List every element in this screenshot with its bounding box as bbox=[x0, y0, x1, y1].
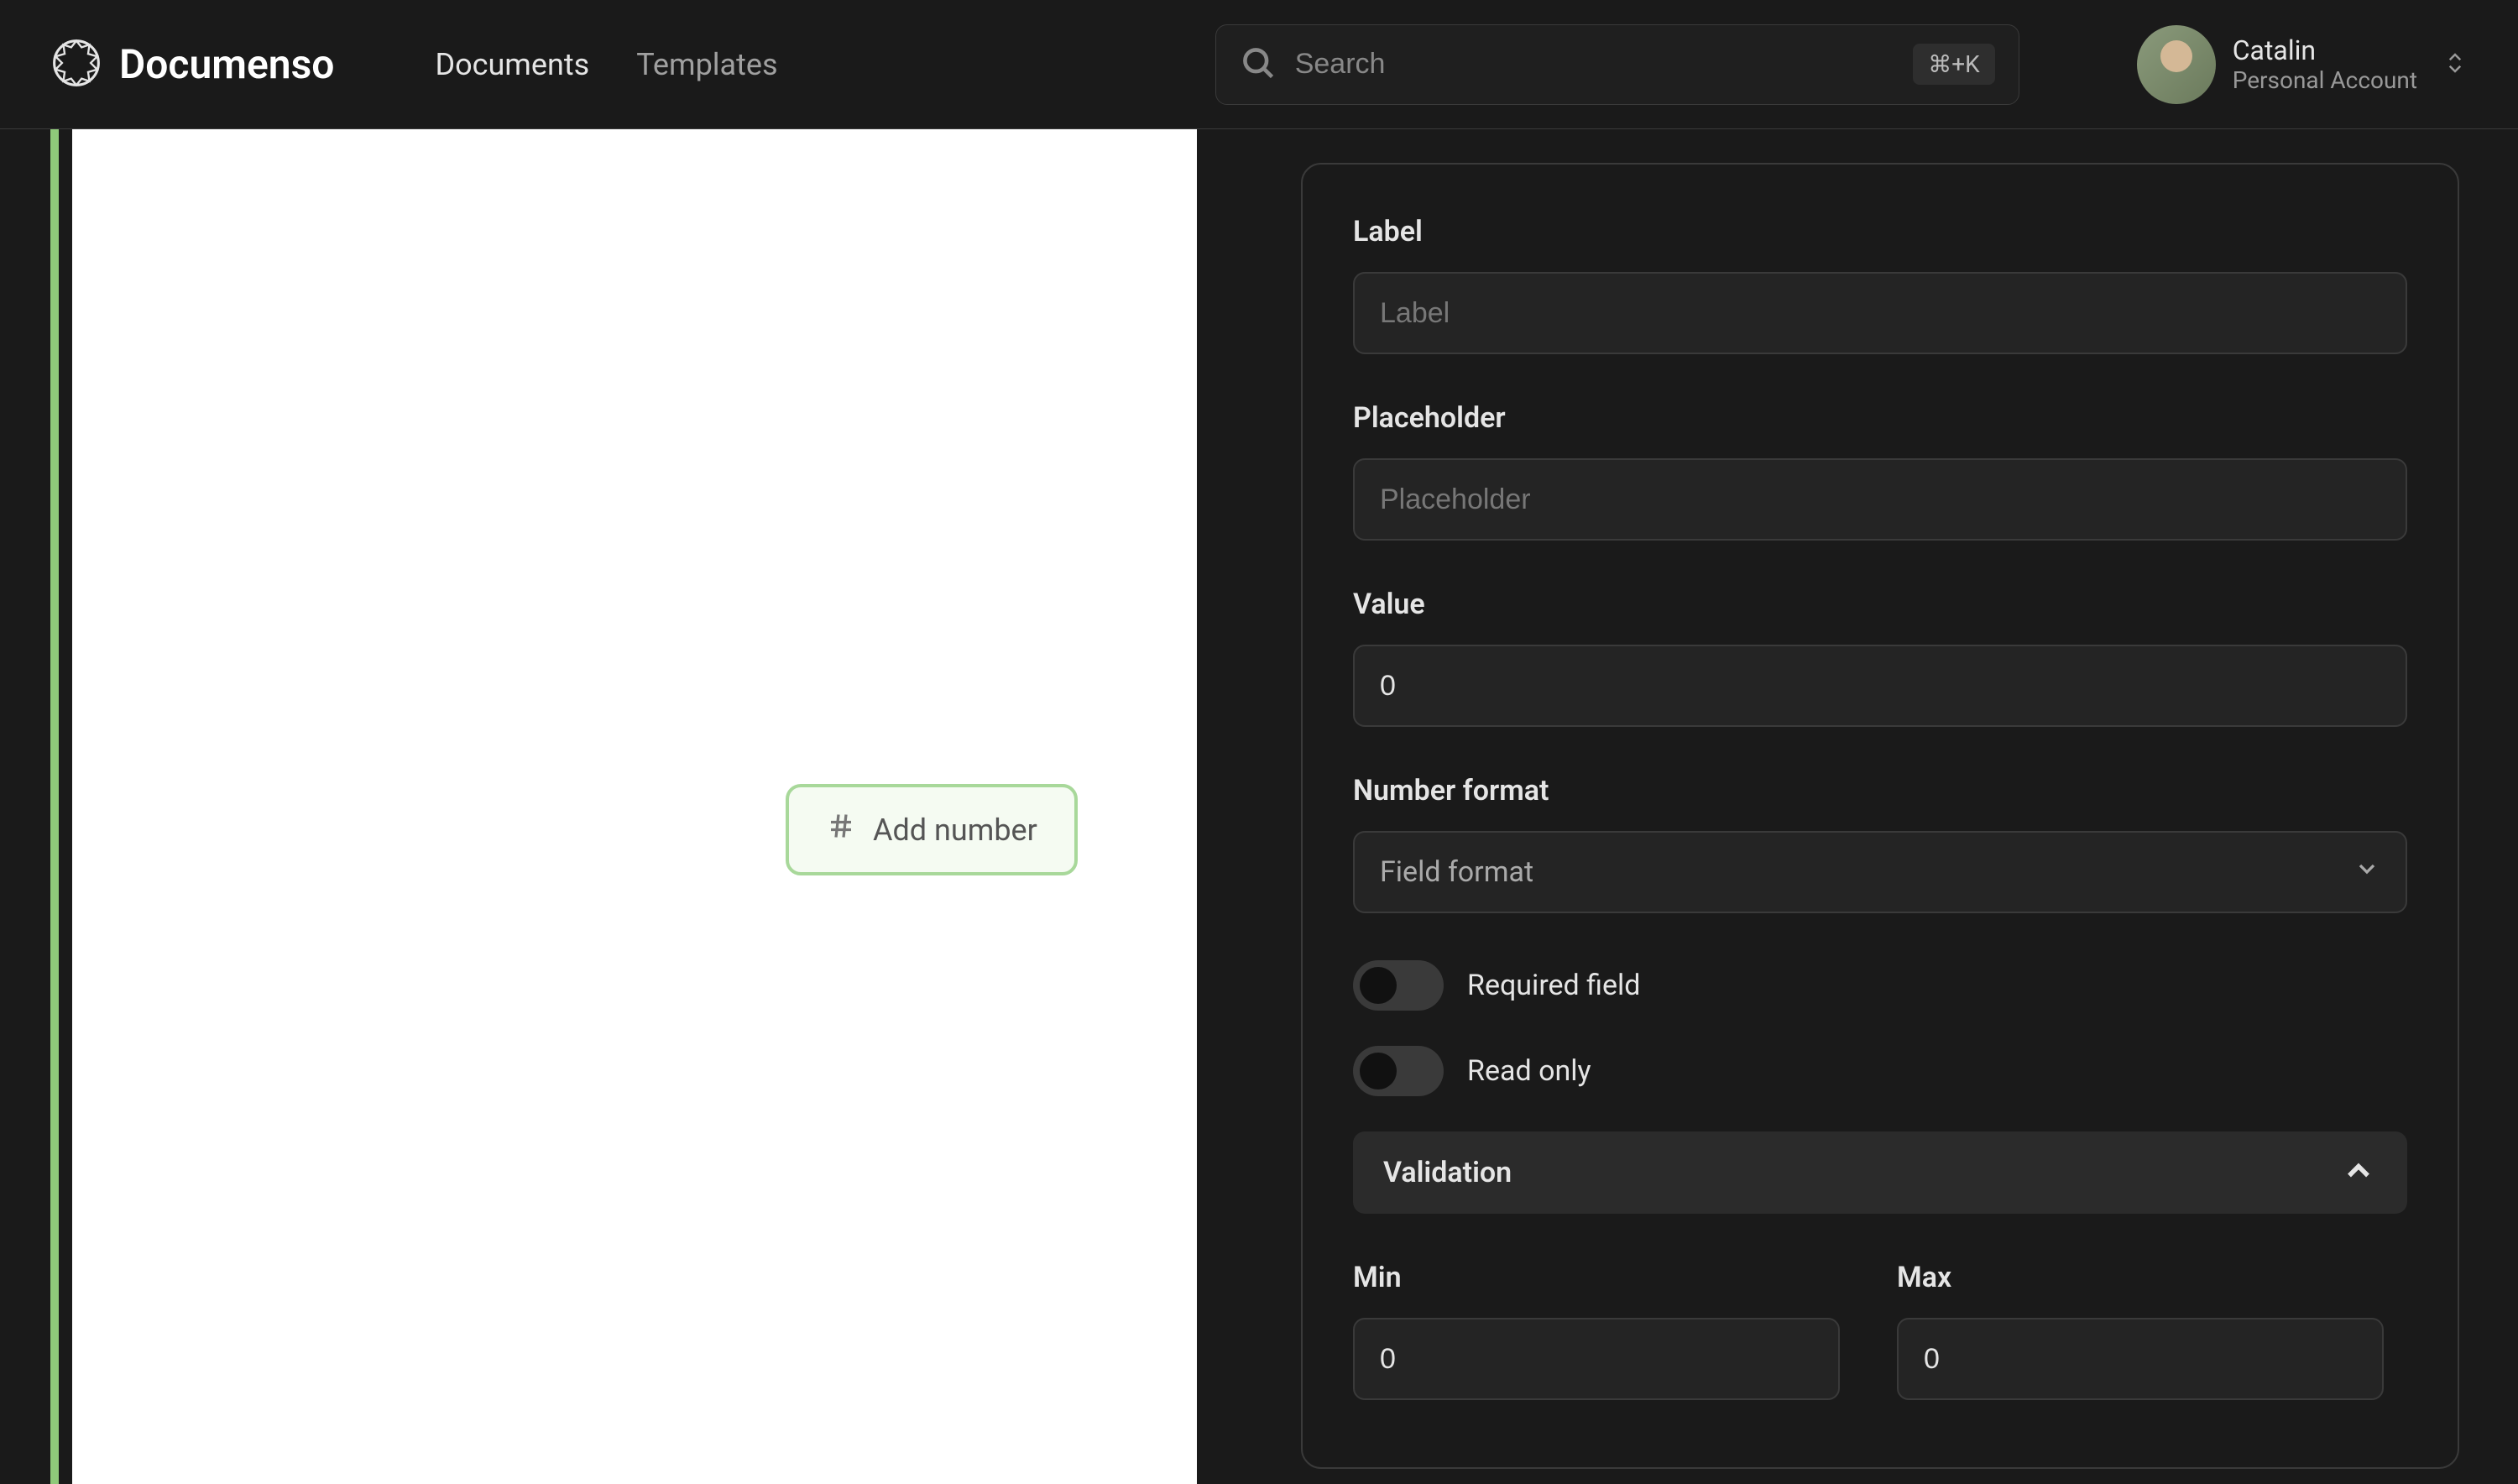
app-header: Documenso Documents Templates ⌘+K Catali… bbox=[0, 0, 2518, 129]
search-input[interactable] bbox=[1295, 48, 1914, 81]
nav-templates[interactable]: Templates bbox=[636, 47, 777, 82]
required-field-label: Required field bbox=[1467, 969, 1640, 1002]
field-add-number[interactable]: Add number bbox=[786, 784, 1078, 875]
properties-sidebar: Label Placeholder Value Number format Fi… bbox=[1217, 129, 2518, 1484]
document-area: Add number bbox=[0, 129, 1217, 1484]
chevron-down-icon bbox=[2353, 855, 2380, 890]
max-group: Max bbox=[1897, 1261, 2407, 1400]
value-title: Value bbox=[1353, 588, 2407, 621]
chevron-up-icon bbox=[2340, 1152, 2377, 1193]
number-format-group: Number format Field format bbox=[1353, 774, 2407, 913]
max-label: Max bbox=[1897, 1261, 2407, 1294]
max-input[interactable] bbox=[1897, 1318, 2384, 1400]
required-field-toggle[interactable] bbox=[1353, 960, 1444, 1011]
user-text: Catalin Personal Account bbox=[2233, 34, 2417, 94]
user-menu[interactable]: Catalin Personal Account bbox=[2137, 25, 2468, 104]
value-group: Value bbox=[1353, 588, 2407, 727]
chevron-updown-icon bbox=[2434, 50, 2468, 79]
number-format-title: Number format bbox=[1353, 774, 2407, 807]
search-box[interactable]: ⌘+K bbox=[1215, 24, 2019, 105]
user-account: Personal Account bbox=[2233, 66, 2417, 94]
hash-icon bbox=[826, 811, 856, 849]
min-label: Min bbox=[1353, 1261, 1863, 1294]
read-only-row: Read only bbox=[1353, 1046, 2407, 1096]
value-input[interactable] bbox=[1353, 645, 2407, 727]
placeholder-title: Placeholder bbox=[1353, 401, 2407, 435]
brand-icon bbox=[50, 37, 102, 92]
min-group: Min bbox=[1353, 1261, 1863, 1400]
nav-documents[interactable]: Documents bbox=[435, 47, 589, 82]
search-icon bbox=[1240, 44, 1277, 85]
minmax-row: Min Max bbox=[1353, 1261, 2407, 1400]
number-format-select[interactable]: Field format bbox=[1353, 831, 2407, 913]
properties-panel: Label Placeholder Value Number format Fi… bbox=[1301, 163, 2459, 1469]
brand[interactable]: Documenso bbox=[50, 37, 334, 92]
placeholder-group: Placeholder bbox=[1353, 401, 2407, 541]
placeholder-input[interactable] bbox=[1353, 458, 2407, 541]
label-group: Label bbox=[1353, 215, 2407, 354]
brand-name: Documenso bbox=[119, 40, 334, 88]
validation-header[interactable]: Validation bbox=[1353, 1131, 2407, 1214]
field-add-number-label: Add number bbox=[873, 813, 1037, 848]
read-only-toggle[interactable] bbox=[1353, 1046, 1444, 1096]
read-only-label: Read only bbox=[1467, 1054, 1591, 1088]
validation-title: Validation bbox=[1383, 1156, 1512, 1189]
label-title: Label bbox=[1353, 215, 2407, 248]
search-shortcut: ⌘+K bbox=[1913, 44, 1994, 85]
label-input[interactable] bbox=[1353, 272, 2407, 354]
avatar bbox=[2137, 25, 2216, 104]
main-nav: Documents Templates bbox=[435, 47, 777, 82]
main-content: Add number Label Placeholder Value Numbe… bbox=[0, 129, 2518, 1484]
page-indicator bbox=[50, 129, 59, 1484]
number-format-value: Field format bbox=[1380, 855, 1533, 889]
document-page[interactable]: Add number bbox=[72, 129, 1197, 1484]
user-name: Catalin bbox=[2233, 34, 2417, 66]
required-field-row: Required field bbox=[1353, 960, 2407, 1011]
min-input[interactable] bbox=[1353, 1318, 1840, 1400]
